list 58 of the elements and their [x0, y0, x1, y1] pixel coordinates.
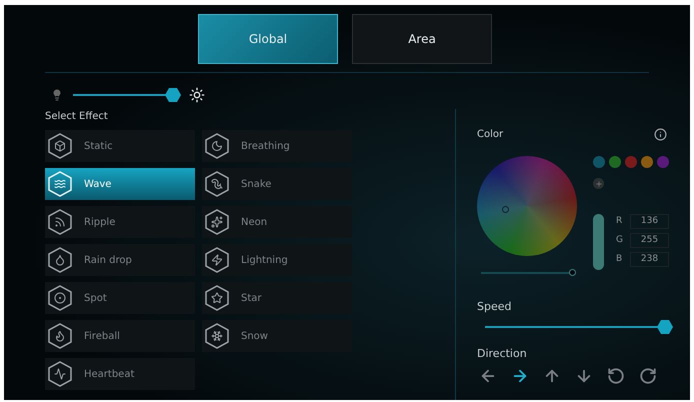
- channel-label: R: [616, 214, 624, 228]
- section-title: Select Effect: [45, 110, 109, 124]
- rotate-right-icon[interactable]: [639, 367, 657, 385]
- section-title: Direction: [477, 346, 528, 362]
- channel-label: B: [616, 252, 624, 266]
- color-swatch[interactable]: [593, 156, 605, 168]
- bright-bulb-icon: [189, 87, 205, 103]
- channel-value-field[interactable]: 238: [630, 252, 669, 267]
- channel-label: G: [616, 234, 624, 247]
- slider-thumb[interactable]: [569, 269, 576, 276]
- effect-option[interactable]: Star: [202, 282, 352, 314]
- effect-option[interactable]: Fireball: [45, 320, 195, 352]
- color-swatch[interactable]: [609, 156, 621, 168]
- star-icon: [205, 285, 229, 311]
- effect-option[interactable]: Static: [45, 130, 195, 162]
- color-swatch[interactable]: [657, 156, 669, 168]
- effect-option[interactable]: Snake: [202, 168, 352, 200]
- tab[interactable]: Global: [198, 14, 338, 64]
- color-swatch[interactable]: [625, 156, 637, 168]
- droplet-icon: [48, 247, 72, 273]
- arrow-up-icon[interactable]: [543, 367, 561, 385]
- effect-option[interactable]: Rain drop: [45, 244, 195, 276]
- section-title: Color: [477, 128, 504, 142]
- waves-icon: [48, 171, 72, 197]
- sparkles-icon: [205, 209, 229, 235]
- add-color-button[interactable]: [593, 178, 604, 189]
- effect-option[interactable]: Wave: [45, 168, 195, 200]
- worm-icon: [205, 171, 229, 197]
- snowflake-icon: [205, 323, 229, 349]
- color-preview-bar: [593, 214, 604, 270]
- color-picker-handle[interactable]: [502, 206, 509, 213]
- effect-option[interactable]: Spot: [45, 282, 195, 314]
- effect-option[interactable]: Snow: [202, 320, 352, 352]
- tab[interactable]: Area: [352, 14, 492, 64]
- slider-thumb[interactable]: [657, 320, 673, 334]
- effect-option[interactable]: Heartbeat: [45, 358, 195, 390]
- dim-bulb-icon: [51, 89, 63, 101]
- effect-option[interactable]: Neon: [202, 206, 352, 238]
- arrow-down-icon[interactable]: [575, 367, 593, 385]
- color-swatch[interactable]: [641, 156, 653, 168]
- arrow-left-icon[interactable]: [479, 367, 497, 385]
- slider-thumb[interactable]: [165, 88, 181, 102]
- heartbeat-icon: [48, 361, 72, 387]
- ripple-icon: [48, 209, 72, 235]
- effect-option[interactable]: Ripple: [45, 206, 195, 238]
- info-icon[interactable]: [654, 128, 667, 141]
- target-icon: [48, 285, 72, 311]
- flame-icon: [48, 323, 72, 349]
- channel-value-field[interactable]: 136: [630, 214, 669, 229]
- rotate-left-icon[interactable]: [607, 367, 625, 385]
- section-title: Speed: [477, 299, 512, 315]
- effect-option[interactable]: Lightning: [202, 244, 352, 276]
- effect-option[interactable]: Breathing: [202, 130, 352, 162]
- cube-icon: [48, 133, 72, 159]
- lightning-icon: [205, 247, 229, 273]
- arrow-right-icon[interactable]: [511, 367, 529, 385]
- moon-icon: [205, 133, 229, 159]
- channel-value-field[interactable]: 255: [630, 233, 669, 248]
